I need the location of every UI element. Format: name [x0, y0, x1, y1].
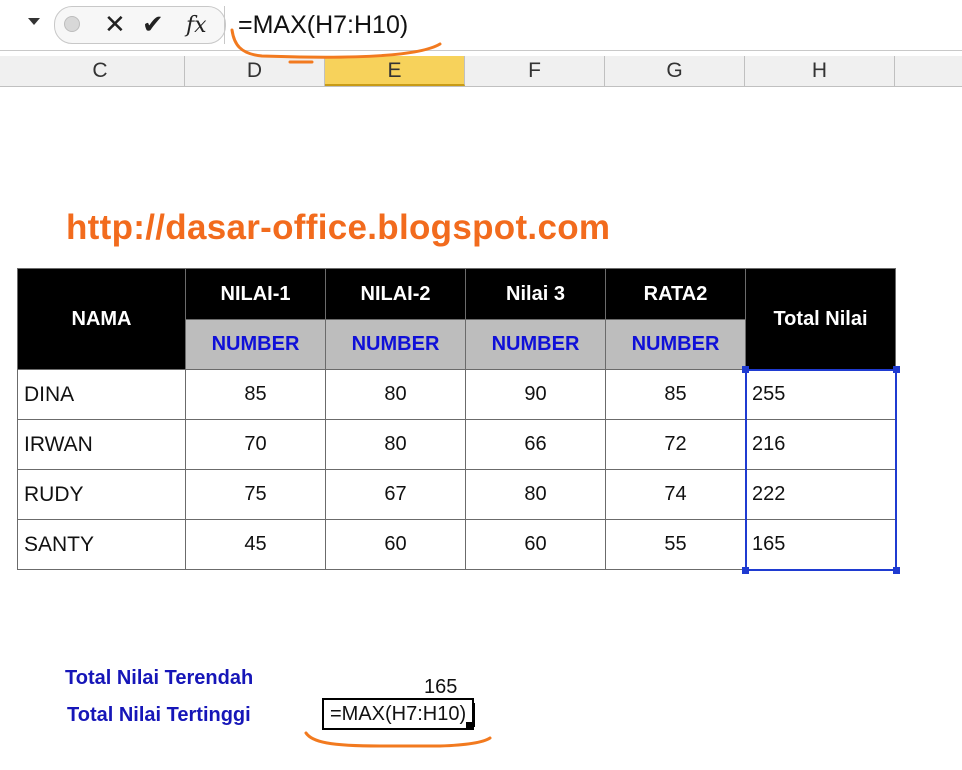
cell-nama[interactable]: IRWAN	[17, 419, 186, 470]
formula-input[interactable]: =MAX(H7:H10)	[238, 8, 408, 42]
table-row: SANTY 45 60 60 55 165	[17, 519, 896, 570]
cell-nilai-3[interactable]: 60	[465, 519, 606, 570]
cell-nilai-1[interactable]: 70	[185, 419, 326, 470]
cell-nilai-3[interactable]: 66	[465, 419, 606, 470]
column-header-c[interactable]: C	[16, 56, 185, 86]
cancel-icon[interactable]: ✕	[104, 8, 126, 40]
insert-function-icon[interactable]: fx	[186, 10, 207, 42]
cell-rata2[interactable]: 74	[605, 469, 746, 520]
label-total-terendah: Total Nilai Terendah	[65, 667, 254, 689]
subheader-number[interactable]: NUMBER	[325, 319, 466, 370]
column-header-f[interactable]: F	[465, 56, 605, 86]
subheader-number[interactable]: NUMBER	[185, 319, 326, 370]
cell-nilai-3[interactable]: 80	[465, 469, 606, 520]
cell-rata2[interactable]: 85	[605, 369, 746, 420]
fill-handle[interactable]	[466, 722, 474, 730]
formula-bar: ✕ ✔ fx =MAX(H7:H10)	[0, 0, 962, 51]
options-handle-icon[interactable]	[64, 16, 80, 32]
cell-nama[interactable]: DINA	[17, 369, 186, 420]
cell-editing-formula[interactable]: =MAX(H7:H10)	[322, 698, 475, 730]
subheader-number[interactable]: NUMBER	[465, 319, 606, 370]
cell-nilai-1[interactable]: 45	[185, 519, 326, 570]
column-header-e[interactable]: E	[325, 56, 465, 86]
cell-nilai-2[interactable]: 80	[325, 369, 466, 420]
table-row: DINA 85 80 90 85 255	[17, 369, 896, 420]
header-total-nilai[interactable]: Total Nilai	[745, 268, 896, 370]
cell-rata2[interactable]: 55	[605, 519, 746, 570]
table-row: IRWAN 70 80 66 72 216	[17, 419, 896, 470]
cell-nilai-3[interactable]: 90	[465, 369, 606, 420]
subheader-number[interactable]: NUMBER	[605, 319, 746, 370]
header-nilai-3[interactable]: Nilai 3	[465, 268, 606, 320]
text-cursor	[474, 703, 475, 727]
cell-total-nilai[interactable]: 165	[745, 519, 896, 570]
cell-nilai-1[interactable]: 75	[185, 469, 326, 520]
header-rata2[interactable]: RATA2	[605, 268, 746, 320]
cell-nilai-2[interactable]: 60	[325, 519, 466, 570]
cell-rata2[interactable]: 72	[605, 419, 746, 470]
column-header-g[interactable]: G	[605, 56, 745, 86]
label-total-tertinggi: Total Nilai Tertinggi	[67, 704, 251, 726]
cell-nama[interactable]: SANTY	[17, 519, 186, 570]
annotation-underline-cell	[304, 731, 492, 748]
column-header-d[interactable]: D	[185, 56, 325, 86]
cell-nilai-1[interactable]: 85	[185, 369, 326, 420]
confirm-icon[interactable]: ✔	[142, 8, 164, 40]
column-header-bar: C D E F G H	[0, 56, 962, 87]
header-nilai-1[interactable]: NILAI-1	[185, 268, 326, 320]
cell-nilai-2[interactable]: 80	[325, 419, 466, 470]
watermark-url: http://dasar-office.blogspot.com	[66, 208, 611, 247]
column-header-next[interactable]	[895, 56, 962, 86]
formula-text: =MAX(H7:H10)	[330, 703, 467, 725]
cell-nama[interactable]: RUDY	[17, 469, 186, 520]
table-row: RUDY 75 67 80 74 222	[17, 469, 896, 520]
column-header-h[interactable]: H	[745, 56, 895, 86]
header-nama[interactable]: NAMA	[17, 268, 186, 370]
cell-total-nilai[interactable]: 216	[745, 419, 896, 470]
name-box-dropdown-icon[interactable]	[28, 18, 40, 25]
cell-nilai-2[interactable]: 67	[325, 469, 466, 520]
cell-total-nilai[interactable]: 255	[745, 369, 896, 420]
header-nilai-2[interactable]: NILAI-2	[325, 268, 466, 320]
cell-total-nilai[interactable]: 222	[745, 469, 896, 520]
formula-bar-divider	[224, 6, 225, 44]
cell-min-value[interactable]: 165	[424, 676, 457, 699]
score-table: NAMA NILAI-1 NILAI-2 Nilai 3 RATA2 Total…	[17, 268, 896, 570]
